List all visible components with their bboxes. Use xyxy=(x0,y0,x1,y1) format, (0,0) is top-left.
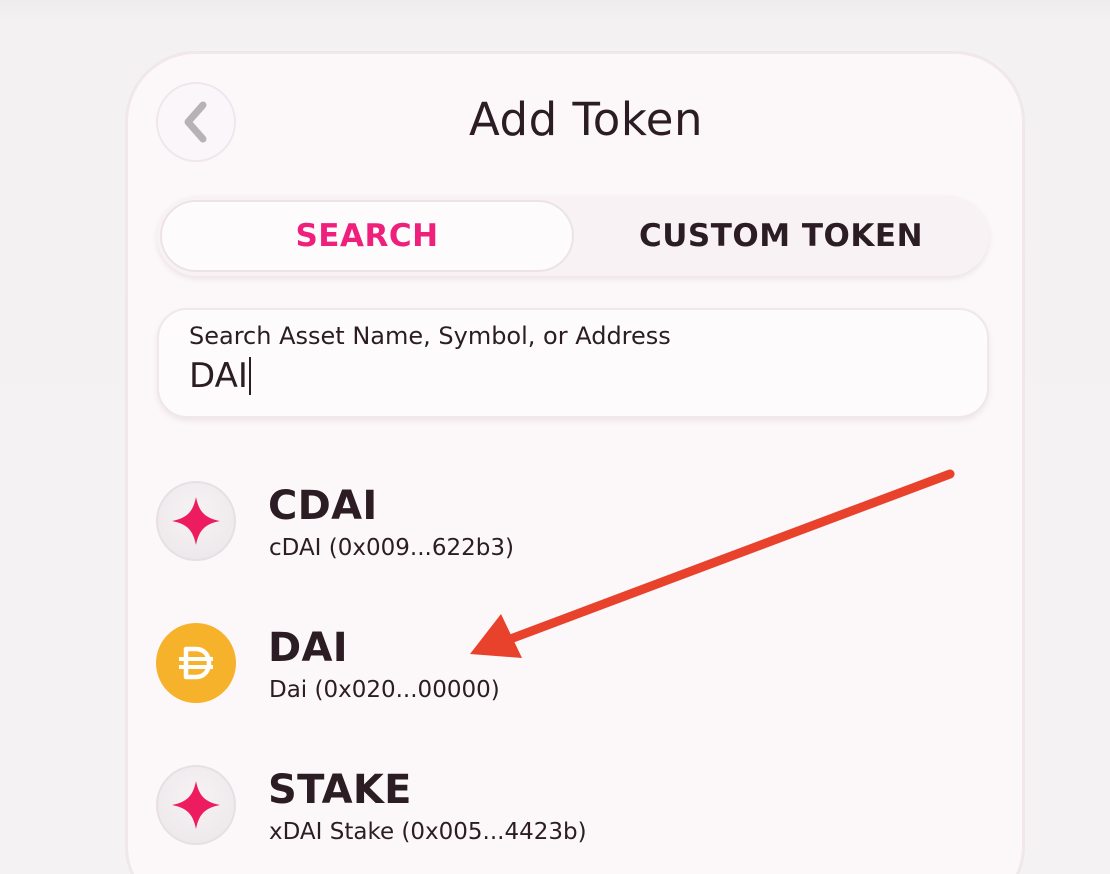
token-description: Dai (0x020...00000) xyxy=(269,677,500,703)
star-icon xyxy=(156,481,236,561)
search-input-label: Search Asset Name, Symbol, or Address xyxy=(189,322,671,350)
add-token-panel xyxy=(126,52,1024,874)
token-item-stake[interactable]: STAKE xDAI Stake (0x005...4423b) xyxy=(156,765,856,855)
dai-icon xyxy=(156,623,236,703)
tab-custom-token[interactable]: CUSTOM TOKEN xyxy=(573,196,989,276)
search-input-value[interactable]: DAI xyxy=(189,356,251,396)
search-input[interactable]: Search Asset Name, Symbol, or Address DA… xyxy=(157,308,989,418)
search-text: DAI xyxy=(189,356,248,396)
tab-search[interactable]: SEARCH xyxy=(160,200,574,272)
token-symbol: STAKE xyxy=(268,767,412,813)
text-caret xyxy=(248,357,251,395)
star-icon xyxy=(156,765,236,845)
token-item-cdai[interactable]: CDAI cDAI (0x009...622b3) xyxy=(156,481,856,571)
page: Add Token SEARCH CUSTOM TOKEN Search Ass… xyxy=(0,0,1110,874)
token-item-dai[interactable]: DAI Dai (0x020...00000) xyxy=(156,623,856,713)
page-title: Add Token xyxy=(469,93,703,146)
token-description: xDAI Stake (0x005...4423b) xyxy=(269,819,587,845)
token-symbol: CDAI xyxy=(268,483,378,529)
tab-bar: SEARCH CUSTOM TOKEN xyxy=(157,196,989,276)
token-description: cDAI (0x009...622b3) xyxy=(269,535,514,561)
token-symbol: DAI xyxy=(268,625,348,671)
